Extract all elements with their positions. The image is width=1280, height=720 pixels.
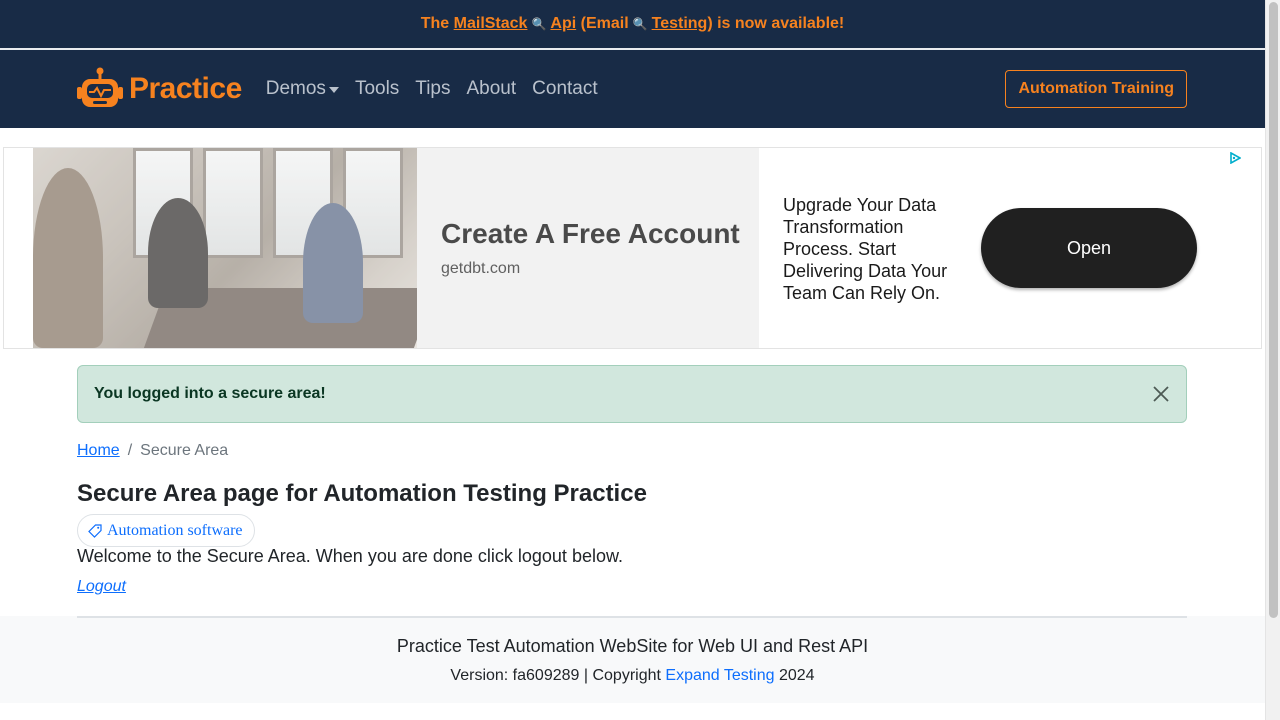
page: The MailStack 🔍 Api (Email 🔍 Testing) is… xyxy=(0,0,1265,720)
adchoices-icon[interactable] xyxy=(1229,152,1241,164)
person-shape xyxy=(33,168,103,348)
breadcrumb-separator: / xyxy=(127,442,133,459)
person-shape xyxy=(303,203,363,323)
announcement-prefix: The xyxy=(420,15,450,32)
alert-message: You logged into a secure area! xyxy=(94,385,326,402)
api-link[interactable]: Api xyxy=(550,15,576,33)
brand-link[interactable]: Practice xyxy=(77,67,242,111)
automation-training-button[interactable]: Automation Training xyxy=(1005,70,1187,108)
ad-middle-panel[interactable]: Create A Free Account getdbt.com xyxy=(417,148,759,348)
advertisement-banner[interactable]: Create A Free Account getdbt.com Upgrade… xyxy=(3,147,1262,349)
nav-tips[interactable]: Tips xyxy=(407,78,458,100)
nav-demos-dropdown[interactable]: Demos xyxy=(258,78,347,100)
brand-name: Practice xyxy=(129,72,242,105)
announcement-bar: The MailStack 🔍 Api (Email 🔍 Testing) is… xyxy=(0,0,1265,48)
footer: Practice Test Automation WebSite for Web… xyxy=(0,616,1265,703)
breadcrumb: Home / Secure Area xyxy=(77,442,228,460)
vertical-scrollbar[interactable] xyxy=(1265,0,1280,720)
magnifier-icon: 🔍 xyxy=(531,17,547,31)
magnifier-icon: 🔍 xyxy=(632,17,648,31)
chevron-down-icon xyxy=(328,87,339,93)
nav-tools[interactable]: Tools xyxy=(347,78,407,100)
announcement-email: (Email xyxy=(580,15,629,32)
breadcrumb-current: Secure Area xyxy=(140,442,229,459)
ad-domain[interactable]: getdbt.com xyxy=(441,260,759,278)
ad-open-button[interactable]: Open xyxy=(981,208,1197,288)
breadcrumb-home-link[interactable]: Home xyxy=(77,442,120,460)
mailstack-link[interactable]: MailStack xyxy=(454,15,528,33)
nav-demos-label: Demos xyxy=(265,78,326,99)
main-navbar: Practice Demos Tools Tips About Contact … xyxy=(0,50,1265,128)
nav-about[interactable]: About xyxy=(459,78,525,100)
robot-logo-icon xyxy=(77,67,123,107)
logout-link[interactable]: Logout xyxy=(77,578,126,596)
close-icon[interactable] xyxy=(1152,385,1170,403)
person-shape xyxy=(148,198,208,308)
window-shape xyxy=(203,148,263,258)
ad-photo[interactable] xyxy=(33,148,417,348)
ad-description[interactable]: Upgrade Your Data Transformation Process… xyxy=(783,194,963,304)
ad-right-panel[interactable]: Upgrade Your Data Transformation Process… xyxy=(759,148,1233,348)
footer-divider xyxy=(77,616,1187,618)
ad-content[interactable]: Create A Free Account getdbt.com Upgrade… xyxy=(33,148,1233,348)
tag-icon xyxy=(88,523,102,538)
footer-year: 2024 xyxy=(778,667,815,684)
ad-headline[interactable]: Create A Free Account xyxy=(441,218,759,250)
welcome-text: Welcome to the Secure Area. When you are… xyxy=(77,546,623,566)
footer-version: Version: fa609289 | Copyright xyxy=(450,667,661,684)
announcement-suffix: is now available! xyxy=(717,15,845,32)
footer-copyright: Version: fa609289 | Copyright Expand Tes… xyxy=(0,667,1265,685)
footer-title: Practice Test Automation WebSite for Web… xyxy=(396,636,869,656)
tag-label: Automation software xyxy=(107,521,243,539)
success-alert: You logged into a secure area! xyxy=(77,365,1187,423)
nav-links: Demos Tools Tips About Contact xyxy=(258,78,606,100)
footer-company-link[interactable]: Expand Testing xyxy=(665,667,774,684)
scrollbar-thumb[interactable] xyxy=(1269,2,1278,618)
testing-link[interactable]: Testing) xyxy=(652,15,713,33)
category-tag[interactable]: Automation software xyxy=(77,514,255,547)
nav-contact[interactable]: Contact xyxy=(524,78,605,100)
page-title: Secure Area page for Automation Testing … xyxy=(77,480,647,507)
